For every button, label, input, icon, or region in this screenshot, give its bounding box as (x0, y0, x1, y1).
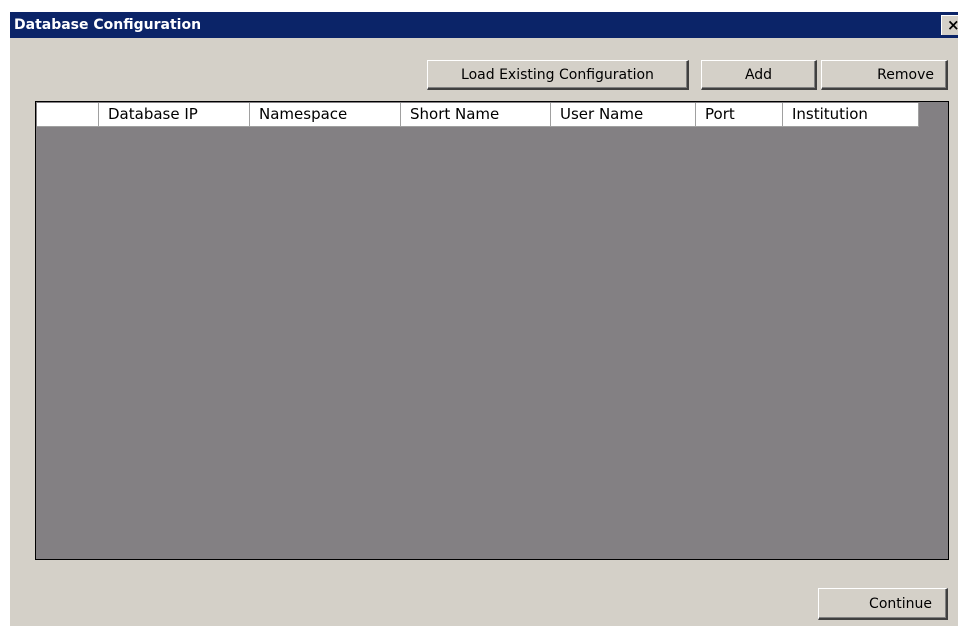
remove-button[interactable]: Remove (821, 60, 948, 90)
close-button[interactable]: × (941, 15, 958, 35)
column-header-port[interactable]: Port (696, 103, 783, 127)
column-header-database-ip[interactable]: Database IP (99, 103, 250, 127)
row-header-corner[interactable] (37, 103, 99, 127)
continue-button[interactable]: Continue (818, 588, 948, 620)
database-configuration-dialog: Database Configuration × Load Existing C… (9, 12, 958, 626)
database-grid[interactable]: Database IP Namespace Short Name User Na… (35, 101, 949, 560)
add-button[interactable]: Add (701, 60, 817, 90)
load-existing-configuration-button[interactable]: Load Existing Configuration (427, 60, 689, 90)
title-bar[interactable]: Database Configuration × (10, 12, 958, 38)
column-header-user-name[interactable]: User Name (551, 103, 696, 127)
column-header-institution[interactable]: Institution (783, 103, 919, 127)
grid-header-row: Database IP Namespace Short Name User Na… (37, 103, 919, 127)
window-title: Database Configuration (14, 17, 202, 33)
column-header-short-name[interactable]: Short Name (401, 103, 551, 127)
close-icon: × (947, 16, 958, 34)
column-header-namespace[interactable]: Namespace (250, 103, 401, 127)
